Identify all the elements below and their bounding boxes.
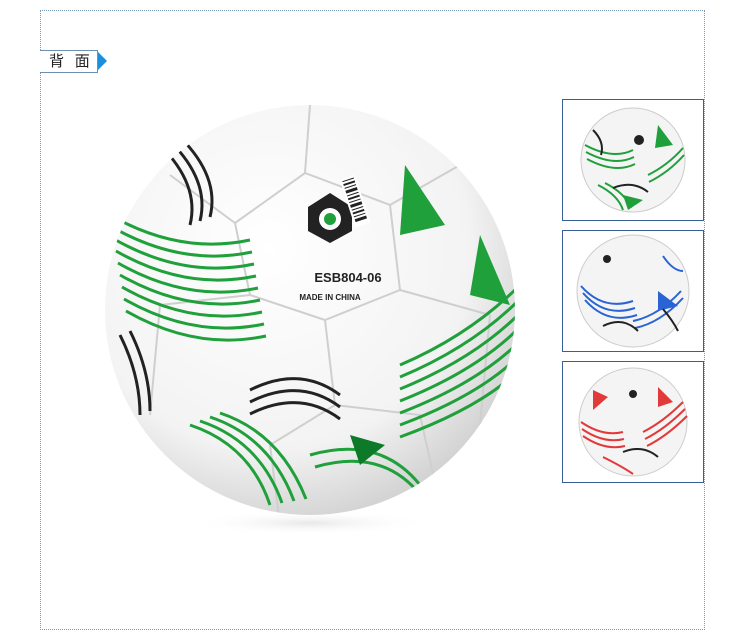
soccer-ball-thumbnail-red [578, 367, 688, 477]
soccer-ball-thumbnail-green [580, 107, 686, 213]
thumbnail-blue[interactable] [562, 230, 704, 352]
back-view-label: 背 面 [40, 50, 98, 73]
ball-model-number: ESB804-06 [314, 270, 381, 285]
thumbnail-red[interactable] [562, 361, 704, 483]
soccer-ball-thumbnail-blue [576, 234, 690, 348]
thumbnail-green[interactable] [562, 99, 704, 221]
back-view-label-text: 背 面 [49, 52, 93, 70]
soccer-ball-main-image: ESB804-06 MADE IN CHINA [105, 105, 515, 535]
label-arrow-icon [98, 52, 107, 70]
ball-origin-text: MADE IN CHINA [299, 293, 361, 302]
